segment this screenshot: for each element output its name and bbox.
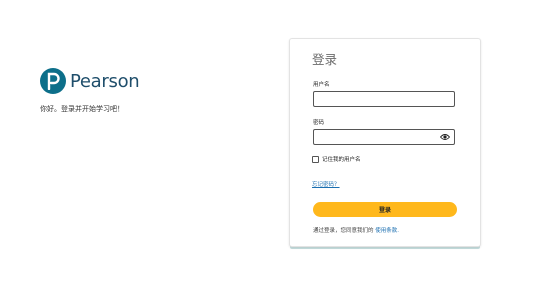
username-input[interactable]	[313, 91, 455, 107]
pearson-logo: Pearson	[40, 68, 140, 94]
password-label: 密码	[313, 120, 325, 126]
username-label: 用户名	[313, 82, 330, 88]
password-input[interactable]	[313, 129, 455, 145]
terms-notice: 通过登录，您同意我们的 使用条款.	[313, 226, 399, 234]
remember-checkbox[interactable]	[312, 155, 319, 163]
eye-icon[interactable]	[440, 133, 450, 141]
brand-block: Pearson 你好。登录并开始学习吧！	[40, 68, 140, 114]
tagline: 你好。登录并开始学习吧！	[40, 105, 124, 113]
login-card: 登录 用户名 密码 记住我的用户名 忘记密码？ 登录 通过登录，您同意我们的 使…	[289, 38, 481, 247]
remember-label: 记住我的用户名	[322, 157, 361, 163]
pearson-logo-icon	[40, 68, 66, 94]
signin-button[interactable]: 登录	[313, 202, 457, 217]
login-title: 登录	[312, 52, 338, 67]
remember-username[interactable]: 记住我的用户名	[312, 155, 361, 163]
logo-text: Pearson	[70, 70, 140, 92]
terms-of-use-link[interactable]: 使用条款.	[375, 228, 399, 234]
terms-prefix: 通过登录，您同意我们的	[313, 228, 374, 234]
forgot-password-link[interactable]: 忘记密码？	[312, 180, 340, 188]
